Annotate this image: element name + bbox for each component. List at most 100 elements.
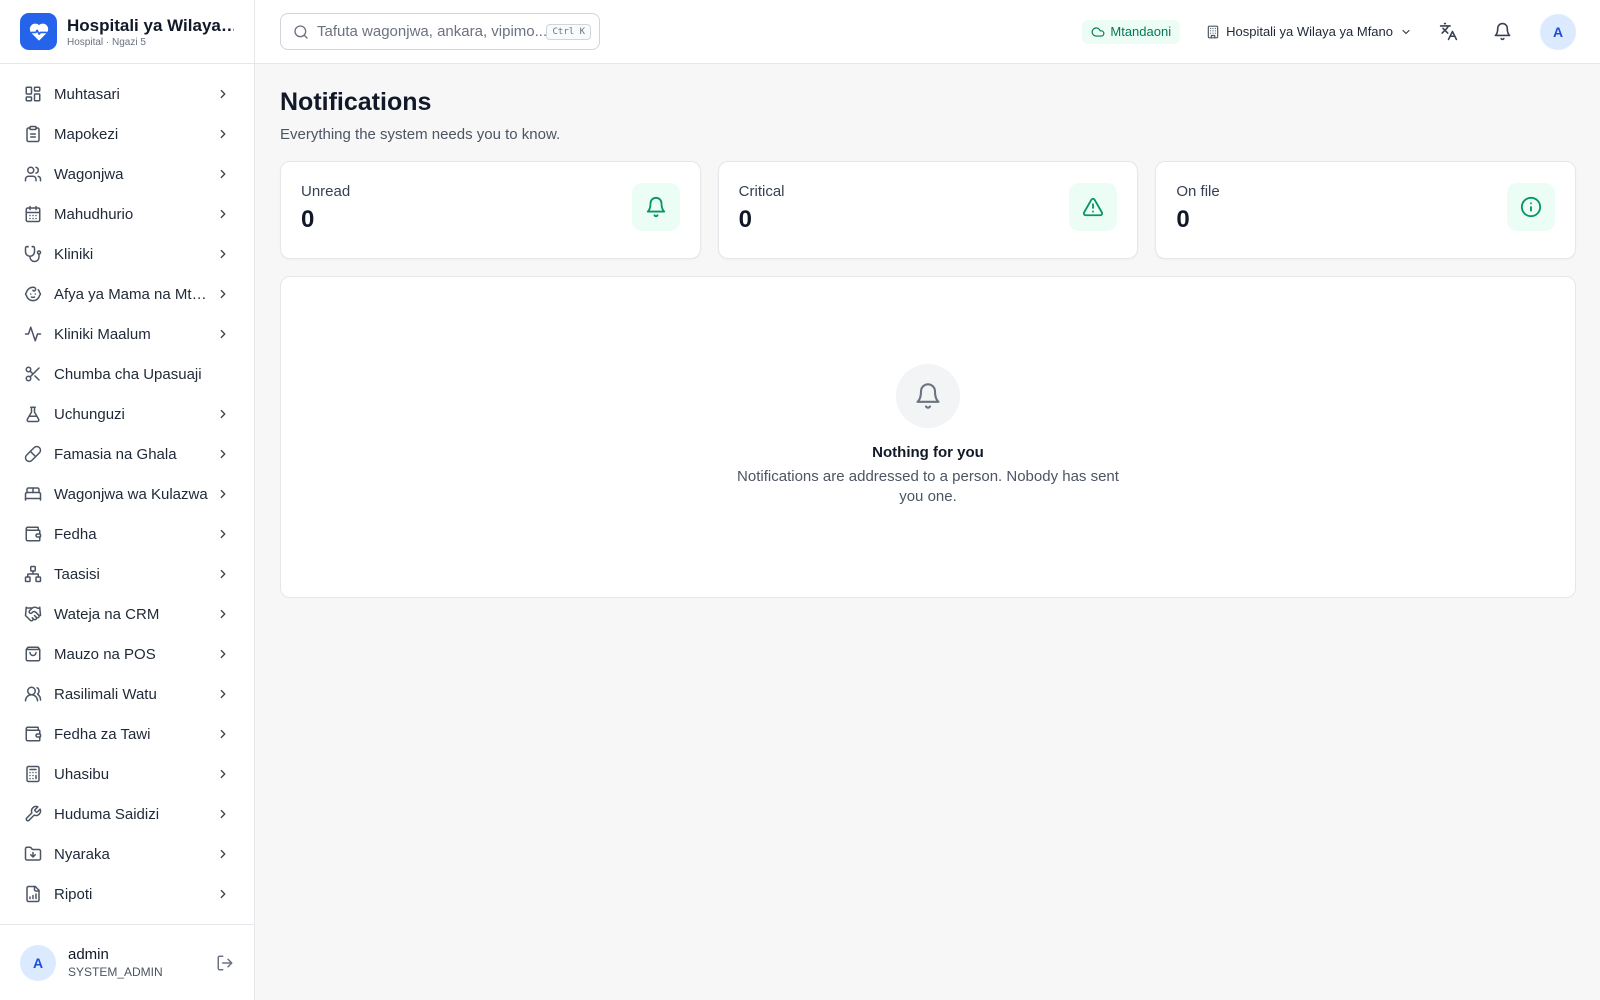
folder-icon bbox=[24, 846, 42, 861]
sidebar-item-label: Mauzo na POS bbox=[54, 645, 156, 663]
user-icon bbox=[24, 686, 42, 702]
online-status-label: Mtandaoni bbox=[1110, 24, 1172, 39]
main-content: Notifications Everything the system need… bbox=[280, 64, 1577, 598]
calculator-icon bbox=[26, 765, 40, 783]
sidebar-item-afya-ya-mama[interactable]: Afya ya Mama na Mtoto bbox=[0, 274, 254, 314]
stat-value: 0 bbox=[1176, 206, 1190, 233]
network-icon bbox=[24, 565, 42, 583]
sidebar-item-fedha-za-tawi[interactable]: Fedha za Tawi bbox=[0, 714, 254, 754]
chevron-right-icon bbox=[220, 849, 226, 859]
sidebar-item-famasia-na-ghala[interactable]: Famasia na Ghala bbox=[0, 434, 254, 474]
chevron-right-icon bbox=[220, 889, 226, 899]
sidebar-item-taasisi[interactable]: Taasisi bbox=[0, 554, 254, 594]
sidebar-item-nyaraka[interactable]: Nyaraka bbox=[0, 834, 254, 874]
sidebar-item-uchunguzi[interactable]: Uchunguzi bbox=[0, 394, 254, 434]
stats-row: Unread 0 Critical 0 On file 0 bbox=[280, 161, 1577, 259]
chevron-right-icon bbox=[220, 249, 226, 259]
bell-icon bbox=[896, 364, 960, 428]
cloud-icon bbox=[1091, 26, 1105, 37]
baby-icon bbox=[24, 286, 42, 302]
bed-icon bbox=[24, 487, 42, 501]
bell-icon bbox=[631, 183, 680, 231]
logout-icon[interactable] bbox=[216, 954, 234, 972]
user-avatar[interactable]: A bbox=[20, 944, 56, 981]
sidebar-item-mapokezi[interactable]: Mapokezi bbox=[0, 114, 254, 154]
chevron-right-icon bbox=[220, 729, 226, 739]
stat-value: 0 bbox=[738, 206, 753, 233]
sidebar: Hospitali ya Wilaya ya Mfano Hospital · … bbox=[0, 0, 255, 1000]
sidebar-item-label: Kliniki Maalum bbox=[54, 325, 151, 343]
empty-state-text: Notifications are addressed to a person.… bbox=[737, 468, 1119, 505]
stat-card-on-file: On file 0 bbox=[1155, 161, 1577, 259]
sidebar-item-wagonjwa[interactable]: Wagonjwa bbox=[0, 154, 254, 194]
sidebar-item-label: Uchunguzi bbox=[54, 405, 125, 423]
page-subtitle: Everything the system needs you to know. bbox=[280, 126, 561, 143]
chevron-right-icon bbox=[220, 529, 226, 539]
sidebar-item-ripoti[interactable]: Ripoti bbox=[0, 874, 254, 914]
sidebar-item-mahudhurio[interactable]: Mahudhurio bbox=[0, 194, 254, 234]
sidebar-item-label: Wateja na CRM bbox=[54, 605, 160, 623]
chevron-right-icon bbox=[220, 769, 226, 779]
sidebar-item-kliniki-maalum[interactable]: Kliniki Maalum bbox=[0, 314, 254, 354]
user-role: SYSTEM_ADMIN bbox=[68, 965, 163, 979]
page-title: Notifications bbox=[280, 88, 432, 116]
sidebar-item-fedha[interactable]: Fedha bbox=[0, 514, 254, 554]
building-icon bbox=[1207, 25, 1219, 38]
stat-label: Unread bbox=[301, 183, 351, 200]
chevron-right-icon bbox=[220, 129, 226, 139]
sidebar-item-label: Afya ya Mama na Mtoto bbox=[54, 285, 208, 303]
sidebar-item-label: Mapokezi bbox=[54, 125, 119, 143]
wallet-icon bbox=[25, 726, 42, 742]
report-icon bbox=[26, 885, 40, 903]
facility-label: Hospitali ya Wilaya ya Mfano bbox=[1226, 24, 1393, 39]
chevron-right-icon bbox=[220, 609, 226, 619]
dashboard-icon bbox=[25, 86, 41, 102]
sidebar-item-huduma-saidizi[interactable]: Huduma Saidizi bbox=[0, 794, 254, 834]
facility-selector[interactable]: Hospitali ya Wilaya ya Mfano bbox=[1206, 24, 1412, 39]
sidebar-item-rasilimali-watu[interactable]: Rasilimali Watu bbox=[0, 674, 254, 714]
sidebar-item-label: Fedha bbox=[54, 525, 97, 543]
clipboard-icon bbox=[26, 125, 40, 143]
stethoscope-icon bbox=[24, 245, 42, 263]
shopping-bag-icon bbox=[25, 646, 41, 662]
sidebar-item-kliniki[interactable]: Kliniki bbox=[0, 234, 254, 274]
sidebar-item-wateja-na-crm[interactable]: Wateja na CRM bbox=[0, 594, 254, 634]
sidebar-item-uhasibu[interactable]: Uhasibu bbox=[0, 754, 254, 794]
sidebar-item-label: Wagonjwa bbox=[54, 165, 124, 183]
user-name: admin bbox=[68, 946, 109, 963]
handshake-icon bbox=[24, 606, 42, 622]
brand-title: Hospitali ya Wilaya ya Mfano bbox=[67, 15, 234, 35]
alert-triangle-icon bbox=[1069, 183, 1118, 231]
search-input[interactable] bbox=[317, 23, 547, 40]
top-header: Ctrl K Mtandaoni Hospitali ya Wilaya ya … bbox=[255, 0, 1600, 64]
users-icon bbox=[24, 166, 42, 182]
stat-label: On file bbox=[1176, 183, 1220, 200]
sidebar-item-label: Taasisi bbox=[54, 565, 100, 583]
sidebar-item-chumba-cha-upasuaji[interactable]: Chumba cha Upasuaji bbox=[0, 354, 254, 394]
chevron-right-icon bbox=[220, 169, 226, 179]
brand[interactable]: Hospitali ya Wilaya ya Mfano Hospital · … bbox=[0, 0, 254, 64]
chevron-down-icon bbox=[1402, 29, 1410, 34]
chevron-right-icon bbox=[220, 449, 226, 459]
notifications-button[interactable] bbox=[1484, 14, 1520, 50]
sidebar-item-label: Rasilimali Watu bbox=[54, 685, 157, 703]
sidebar-item-label: Chumba cha Upasuaji bbox=[54, 365, 202, 383]
translate-icon bbox=[1439, 22, 1457, 41]
online-status-badge: Mtandaoni bbox=[1082, 19, 1181, 44]
header-avatar[interactable]: A bbox=[1540, 13, 1576, 50]
wallet-icon bbox=[25, 526, 42, 542]
language-button[interactable] bbox=[1430, 14, 1466, 50]
sidebar-item-label: Nyaraka bbox=[54, 845, 110, 863]
stat-label: Critical bbox=[738, 183, 785, 200]
sidebar-item-wagonjwa-wa-kulazwa[interactable]: Wagonjwa wa Kulazwa bbox=[0, 474, 254, 514]
sidebar-item-muhtasari[interactable]: Muhtasari bbox=[0, 74, 254, 114]
chevron-right-icon bbox=[220, 809, 226, 819]
heart-logo-icon bbox=[20, 13, 57, 50]
stat-card-unread: Unread 0 bbox=[280, 161, 701, 259]
chevron-right-icon bbox=[220, 689, 226, 699]
search-box[interactable]: Ctrl K bbox=[280, 13, 600, 50]
chevron-right-icon bbox=[220, 569, 226, 579]
sidebar-item-mauzo-na-pos[interactable]: Mauzo na POS bbox=[0, 634, 254, 674]
sidebar-item-label: Uhasibu bbox=[54, 765, 110, 783]
info-icon bbox=[1507, 183, 1556, 231]
